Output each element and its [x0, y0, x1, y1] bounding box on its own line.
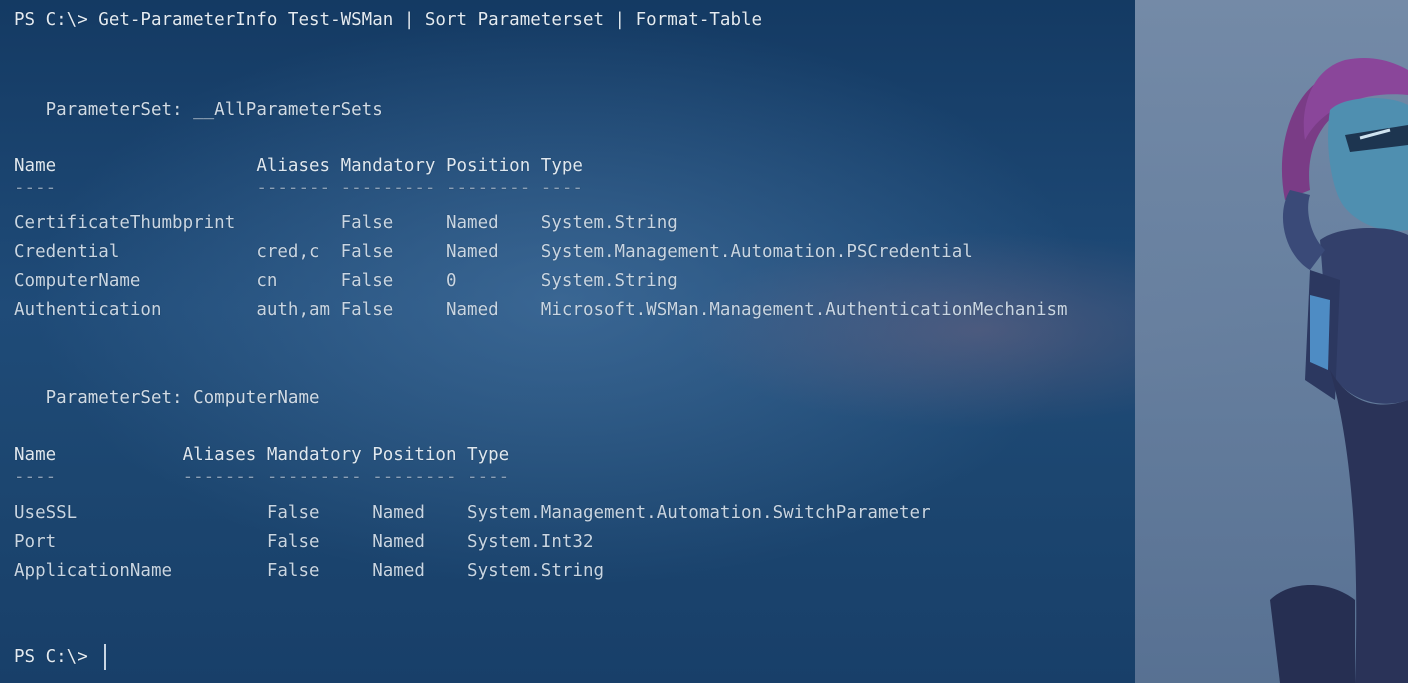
character-illustration-icon — [1270, 58, 1408, 683]
table-header-underline-computername: ---- ------- --------- -------- ---- — [14, 467, 510, 487]
table-row: UseSSL False Named System.Management.Aut… — [14, 503, 931, 523]
table-row: Authentication auth,am False Named Micro… — [14, 300, 1068, 320]
terminal-window[interactable]: PS C:\> Get-ParameterInfo Test-WSMan | S… — [0, 0, 1408, 683]
table-row: ComputerName cn False 0 System.String — [14, 271, 678, 291]
prompt-text: PS C:\> — [14, 647, 99, 667]
table-row: ApplicationName False Named System.Strin… — [14, 561, 605, 581]
command-line: PS C:\> Get-ParameterInfo Test-WSMan | S… — [14, 10, 763, 30]
parameter-set-header-computername: ParameterSet: ComputerName — [14, 388, 320, 408]
parameter-set-header-all: ParameterSet: __AllParameterSets — [14, 100, 383, 120]
table-header-all: Name Aliases Mandatory Position Type — [14, 156, 583, 176]
input-prompt[interactable]: PS C:\> — [14, 644, 107, 670]
table-header-underline-all: ---- ------- --------- -------- ---- — [14, 178, 583, 198]
table-row: CertificateThumbprint False Named System… — [14, 213, 678, 233]
table-header-computername: Name Aliases Mandatory Position Type — [14, 445, 510, 465]
text-cursor — [104, 644, 107, 670]
table-row: Credential cred,c False Named System.Man… — [14, 242, 973, 262]
table-row: Port False Named System.Int32 — [14, 532, 594, 552]
